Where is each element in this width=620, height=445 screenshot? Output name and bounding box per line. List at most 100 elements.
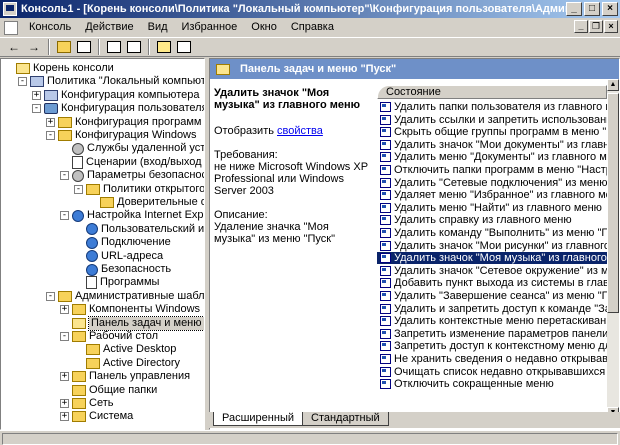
forward-button[interactable]: → [24, 38, 44, 56]
setting-row[interactable]: Удалить значок "Мои документы" из главно… [377, 139, 607, 151]
setting-row[interactable]: Отключить сокращенные меню [377, 378, 607, 390]
mdi-window-icon[interactable] [4, 20, 18, 35]
setting-row[interactable]: Запретить изменение параметров панели за… [377, 328, 607, 340]
tab-extended[interactable]: Расширенный [213, 412, 303, 426]
tree-node[interactable]: - Настройка Internet Explorer [60, 209, 204, 222]
tree-node[interactable]: Active Directory [74, 357, 180, 370]
setting-row[interactable]: Удалить справку из главного меню [377, 214, 607, 226]
minimize-button[interactable]: _ [566, 2, 582, 16]
expand-icon[interactable]: + [60, 412, 69, 422]
collapse-icon[interactable]: - [60, 332, 69, 341]
setting-row[interactable]: Удалить меню "Найти" из главного меню [377, 202, 607, 214]
properties-button[interactable] [104, 38, 124, 56]
setting-row[interactable]: Удалить команду "Выполнить" из меню "Пус… [377, 227, 607, 239]
policy-setting-icon [380, 165, 391, 175]
menu-favorites[interactable]: Избранное [175, 19, 245, 36]
tree-node[interactable]: + Конфигурация программ [46, 116, 201, 129]
tree-node[interactable]: Подключение [74, 236, 171, 249]
setting-row[interactable]: Не хранить сведения о недавно открывавши… [377, 353, 607, 365]
setting-row[interactable]: Отключить папки программ в меню "Настрой… [377, 164, 607, 176]
collapse-icon[interactable]: - [74, 184, 83, 194]
console-view-button[interactable] [174, 38, 194, 56]
mdi-close-button[interactable]: × [604, 20, 618, 33]
settings-list[interactable]: Состояние Удалить папки пользователя из … [377, 79, 607, 419]
tree-node[interactable]: Службы удаленной установки [60, 142, 204, 155]
tree-node[interactable]: Корень консоли [4, 62, 114, 75]
tree-node[interactable]: - Конфигурация пользователя [32, 102, 204, 115]
tree-node[interactable]: + Сеть [60, 397, 113, 410]
setting-row[interactable]: Удалить значок "Сетевое окружение" из ме… [377, 265, 607, 277]
setting-row[interactable]: Удалить ссылки и запретить использование… [377, 114, 607, 126]
tree-node[interactable]: - Рабочий стол [60, 330, 158, 343]
tree-node[interactable]: + Компоненты Windows [60, 303, 200, 316]
setting-row[interactable]: Удаляет меню "Избранное" из главного мен… [377, 189, 607, 201]
tree-node[interactable]: Active Desktop [74, 343, 176, 356]
settings-vertical-scrollbar[interactable]: ▲ ▼ [607, 79, 619, 419]
console-tree[interactable]: Корень консоли - Политика "Локальный компь… [0, 58, 205, 430]
column-header-state[interactable]: Состояние [377, 85, 607, 99]
help-button[interactable] [154, 38, 174, 56]
collapse-icon[interactable]: - [18, 77, 27, 87]
menu-window[interactable]: Окно [244, 19, 284, 36]
setting-row[interactable]: Удалить контекстные меню перетаскивания … [377, 315, 607, 327]
tree-node[interactable]: Панель задач и меню "Пуск" [60, 315, 204, 331]
title-bar[interactable]: Консоль1 - [Корень консоли\Политика "Лок… [0, 0, 620, 18]
setting-row[interactable]: Удалить значок "Мои рисунки" из главного… [377, 240, 607, 252]
policy-setting-icon [380, 202, 391, 213]
setting-row[interactable]: Запретить доступ к контекстному меню для… [377, 340, 607, 352]
console-app-icon[interactable] [3, 2, 17, 16]
tree-node[interactable]: + Система [60, 410, 133, 423]
scroll-up-button[interactable]: ▲ [607, 79, 619, 91]
expand-icon[interactable]: + [32, 90, 41, 100]
menu-console[interactable]: Консоль [22, 19, 78, 36]
tree-node[interactable]: URL-адреса [74, 250, 163, 263]
menu-view[interactable]: Вид [141, 19, 175, 36]
collapse-icon[interactable]: - [32, 104, 41, 114]
maximize-button[interactable]: □ [584, 2, 600, 16]
tree-node[interactable]: - Политики открытого ключа [74, 183, 204, 196]
tree-node[interactable]: + Конфигурация компьютера [32, 89, 199, 102]
tree-node-label: Корень консоли [33, 62, 114, 74]
setting-row[interactable]: Очищать список недавно открывавшихся док… [377, 366, 607, 378]
setting-row[interactable]: Удалить меню "Документы" из главного мен… [377, 151, 607, 163]
mdi-minimize-button[interactable]: _ [574, 20, 588, 33]
tree-node[interactable]: Пользовательский интерфей [74, 223, 204, 236]
tree-node[interactable]: Общие папки [60, 384, 157, 397]
setting-row[interactable]: Удалить "Завершение сеанса" из меню "Пус… [377, 290, 607, 302]
setting-row[interactable]: Удалить папки пользователя из главного м… [377, 101, 607, 113]
close-button[interactable]: × [602, 2, 618, 16]
tab-standard[interactable]: Стандартный [302, 412, 389, 426]
tree-node[interactable]: Сценарии (вход/выход из систе [60, 155, 204, 169]
show-hide-tree-button[interactable] [74, 38, 94, 56]
collapse-icon[interactable]: - [60, 211, 69, 221]
expand-icon[interactable]: + [60, 372, 69, 382]
tree-node[interactable]: Доверительные отношен [88, 196, 204, 209]
properties-link[interactable]: свойства [277, 125, 323, 137]
menu-help[interactable]: Справка [284, 19, 341, 36]
tree-node[interactable]: - Административные шаблоны [46, 290, 204, 303]
export-list-button[interactable] [124, 38, 144, 56]
tree-node[interactable]: - Параметры безопасности [60, 169, 204, 182]
expand-icon[interactable]: + [60, 305, 69, 315]
up-one-level-button[interactable] [54, 38, 74, 56]
setting-row[interactable]: Удалить и запретить доступ к команде "За… [377, 303, 607, 315]
back-button[interactable]: ← [4, 38, 24, 56]
tree-node[interactable]: - Политика "Локальный компьютер" [18, 75, 204, 88]
collapse-icon[interactable]: - [46, 131, 55, 140]
expand-icon[interactable]: + [46, 117, 55, 127]
scroll-thumb[interactable] [607, 93, 619, 313]
setting-row[interactable]: Добавить пункт выхода из системы в главн… [377, 277, 607, 289]
setting-row[interactable]: Удалить значок "Моя музыка" из главного … [377, 252, 607, 265]
menu-action[interactable]: Действие [78, 19, 140, 36]
setting-row[interactable]: Удалить "Сетевые подключения" из меню "П… [377, 177, 607, 189]
setting-row[interactable]: Скрыть общие группы программ в меню "Пус… [377, 126, 607, 138]
tree-node[interactable]: + Панель управления [60, 370, 190, 383]
tree-node[interactable]: Программы [74, 276, 159, 290]
mdi-restore-button[interactable]: ❐ [589, 20, 603, 33]
tree-node[interactable]: - Конфигурация Windows [46, 129, 197, 142]
policy-setting-icon [380, 341, 391, 352]
collapse-icon[interactable]: - [46, 291, 55, 301]
tree-node[interactable]: Безопасность [74, 263, 171, 276]
collapse-icon[interactable]: - [60, 171, 69, 181]
expand-icon[interactable]: + [60, 399, 69, 408]
